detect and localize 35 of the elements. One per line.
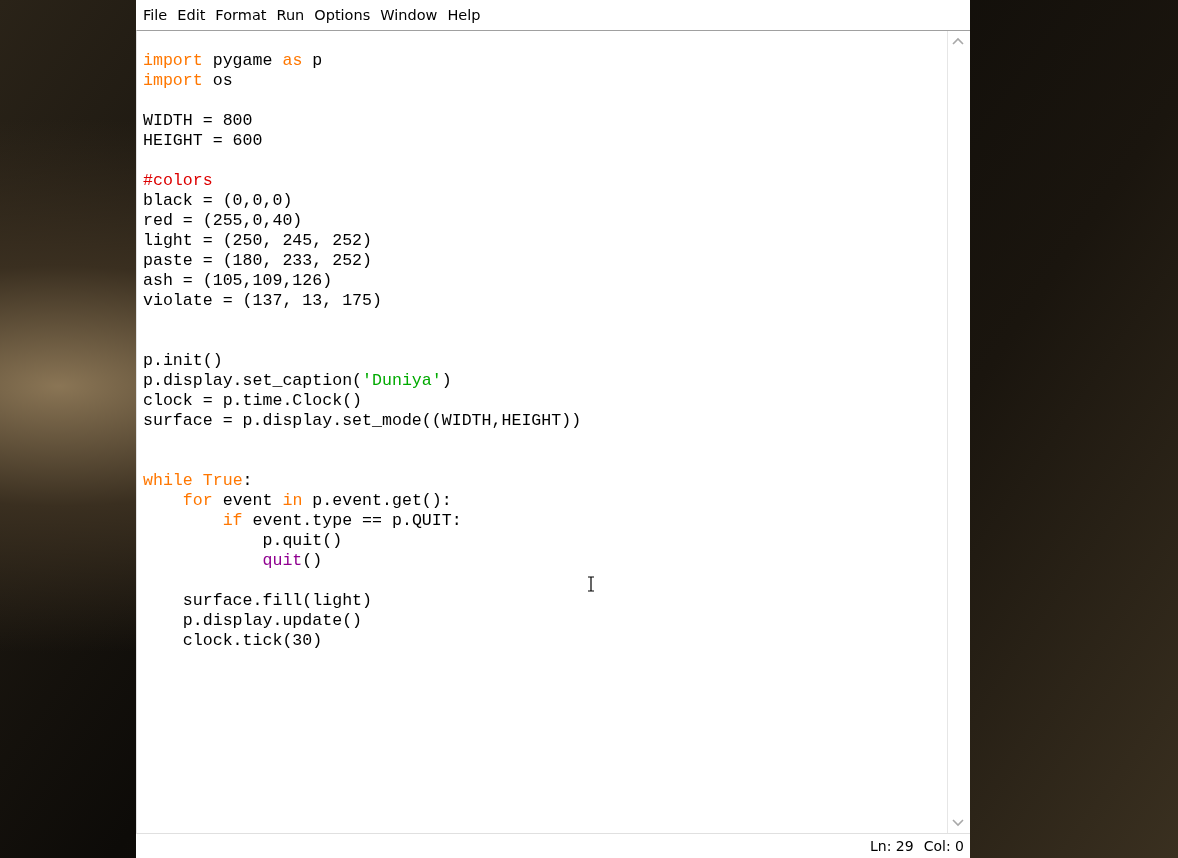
- code-line: WIDTH = 800: [143, 111, 254, 131]
- text-cursor-icon: [587, 576, 595, 592]
- code-line: import pygame as p: [143, 51, 324, 71]
- code-line: surface = p.display.set_mode((WIDTH,HEIGHT)): [143, 411, 583, 431]
- code-line: surface.fill(light): [181, 591, 374, 611]
- scroll-down-icon[interactable]: [952, 819, 964, 827]
- code-line: for event in p.event.get():: [181, 491, 453, 511]
- code-line: ash = (105,109,126): [143, 271, 334, 291]
- code-line: p.display.set_caption('Duniya'): [143, 371, 453, 391]
- code-line: black = (0,0,0): [143, 191, 294, 211]
- code-line: clock = p.time.Clock(): [143, 391, 364, 411]
- code-line: paste = (180, 233, 252): [143, 251, 374, 271]
- code-line: HEIGHT = 600: [143, 131, 264, 151]
- menu-item[interactable]: Edit: [172, 7, 211, 23]
- menu-item[interactable]: Format: [210, 7, 272, 23]
- code-line: clock.tick(30): [181, 631, 324, 651]
- menu-item[interactable]: Window: [375, 7, 443, 23]
- menu-item[interactable]: Options: [309, 7, 376, 23]
- code-line: quit(): [261, 551, 324, 571]
- line-number: Ln: 29: [870, 838, 914, 854]
- code-line: light = (250, 245, 252): [143, 231, 374, 251]
- menu-item[interactable]: Run: [271, 7, 310, 23]
- code-line: violate = (137, 13, 175): [143, 291, 383, 311]
- menu-item[interactable]: Help: [442, 7, 486, 23]
- scroll-up-icon[interactable]: [952, 37, 964, 45]
- code-line: import os: [143, 71, 234, 91]
- code-line: p.display.update(): [181, 611, 364, 631]
- code-line: if event.type == p.QUIT:: [221, 511, 463, 531]
- code-line: while True:: [143, 471, 254, 491]
- code-line: #colors: [143, 171, 214, 191]
- code-line: red = (255,0,40): [143, 211, 304, 231]
- code-line: p.quit(): [261, 531, 344, 551]
- menu-item[interactable]: File: [138, 7, 173, 23]
- column-number: Col: 0: [923, 838, 964, 854]
- code-line: p.init(): [143, 351, 224, 371]
